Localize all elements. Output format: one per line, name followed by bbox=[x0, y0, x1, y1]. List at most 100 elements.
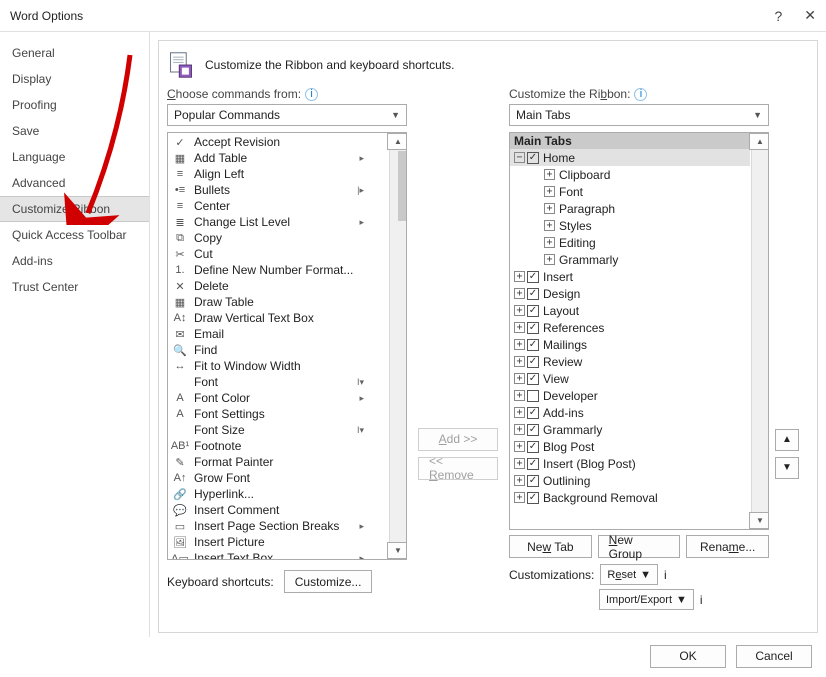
command-item[interactable]: A↕Draw Vertical Text Box bbox=[168, 310, 388, 326]
command-item[interactable]: AB¹Footnote bbox=[168, 438, 388, 454]
command-item[interactable]: ✉Email bbox=[168, 326, 388, 342]
tree-item[interactable]: +Mailings bbox=[510, 336, 750, 353]
checkbox[interactable] bbox=[527, 441, 539, 453]
tree-item[interactable]: +Grammarly bbox=[510, 251, 750, 268]
customize-shortcuts-button[interactable]: Customize... bbox=[284, 570, 373, 593]
command-item[interactable]: FontI▾ bbox=[168, 374, 388, 390]
checkbox[interactable] bbox=[527, 475, 539, 487]
remove-button[interactable]: << Remove bbox=[418, 457, 498, 480]
tree-item[interactable]: +References bbox=[510, 319, 750, 336]
choose-commands-dropdown[interactable]: Popular Commands ▼ bbox=[167, 104, 407, 126]
command-item[interactable]: ≡Center bbox=[168, 198, 388, 214]
checkbox[interactable] bbox=[527, 373, 539, 385]
tree-item[interactable]: +Blog Post bbox=[510, 438, 750, 455]
sidebar-item-quick-access-toolbar[interactable]: Quick Access Toolbar bbox=[0, 222, 149, 248]
command-item[interactable]: 💬Insert Comment bbox=[168, 502, 388, 518]
rename-button[interactable]: Rename... bbox=[686, 535, 769, 558]
scroll-up-icon[interactable]: ▲ bbox=[749, 133, 769, 150]
command-item[interactable]: ▭Insert Page Section Breaks▸ bbox=[168, 518, 388, 534]
checkbox[interactable] bbox=[527, 305, 539, 317]
tree-item[interactable]: +Review bbox=[510, 353, 750, 370]
expand-icon[interactable]: + bbox=[514, 322, 525, 333]
command-item[interactable]: 🔗Hyperlink... bbox=[168, 486, 388, 502]
command-item[interactable]: ✎Format Painter bbox=[168, 454, 388, 470]
close-icon[interactable]: ✕ bbox=[804, 7, 816, 24]
scroll-down-icon[interactable]: ▼ bbox=[387, 542, 407, 559]
tree-item[interactable]: +Layout bbox=[510, 302, 750, 319]
tree-item[interactable]: +Grammarly bbox=[510, 421, 750, 438]
expand-icon[interactable]: + bbox=[514, 441, 525, 452]
checkbox[interactable] bbox=[527, 322, 539, 334]
import-export-button[interactable]: Import/Export▼ bbox=[599, 589, 694, 610]
help-icon[interactable]: ? bbox=[774, 8, 782, 24]
tree-item[interactable]: +Add-ins bbox=[510, 404, 750, 421]
scroll-down-icon[interactable]: ▼ bbox=[749, 512, 769, 529]
expand-icon[interactable]: + bbox=[514, 492, 525, 503]
sidebar-item-display[interactable]: Display bbox=[0, 66, 149, 92]
command-item[interactable]: •≡Bullets|▸ bbox=[168, 182, 388, 198]
sidebar-item-language[interactable]: Language bbox=[0, 144, 149, 170]
expand-icon[interactable]: + bbox=[514, 288, 525, 299]
expand-icon[interactable]: + bbox=[514, 305, 525, 316]
command-item[interactable]: 🖼Insert Picture bbox=[168, 534, 388, 550]
ok-button[interactable]: OK bbox=[650, 645, 726, 668]
ribbon-tree[interactable]: Main Tabs −Home+Clipboard+Font+Paragraph… bbox=[509, 132, 769, 530]
expand-icon[interactable]: + bbox=[544, 169, 555, 180]
tree-item[interactable]: +Background Removal bbox=[510, 489, 750, 506]
sidebar-item-add-ins[interactable]: Add-ins bbox=[0, 248, 149, 274]
command-item[interactable]: ✓Accept Revision bbox=[168, 134, 388, 150]
tree-item[interactable]: +Insert bbox=[510, 268, 750, 285]
scrollbar[interactable]: ▲ ▼ bbox=[389, 133, 406, 559]
command-item[interactable]: AFont Settings bbox=[168, 406, 388, 422]
sidebar-item-general[interactable]: General bbox=[0, 40, 149, 66]
command-item[interactable]: Font SizeI▾ bbox=[168, 422, 388, 438]
add-button[interactable]: Add >> bbox=[418, 428, 498, 451]
expand-icon[interactable]: + bbox=[514, 424, 525, 435]
command-item[interactable]: ≡Align Left bbox=[168, 166, 388, 182]
command-item[interactable]: ⧉Copy bbox=[168, 230, 388, 246]
command-item[interactable]: ≣Change List Level▸ bbox=[168, 214, 388, 230]
collapse-icon[interactable]: − bbox=[514, 152, 525, 163]
tree-item[interactable]: +Design bbox=[510, 285, 750, 302]
tree-item[interactable]: +Paragraph bbox=[510, 200, 750, 217]
expand-icon[interactable]: + bbox=[514, 271, 525, 282]
command-item[interactable]: A▭Insert Text Box▸ bbox=[168, 550, 388, 560]
command-item[interactable]: ▦Add Table▸ bbox=[168, 150, 388, 166]
tree-item[interactable]: +Styles bbox=[510, 217, 750, 234]
checkbox[interactable] bbox=[527, 271, 539, 283]
info-icon[interactable]: i bbox=[664, 568, 667, 582]
expand-icon[interactable]: + bbox=[514, 373, 525, 384]
expand-icon[interactable]: + bbox=[514, 356, 525, 367]
checkbox[interactable] bbox=[527, 458, 539, 470]
sidebar-item-trust-center[interactable]: Trust Center bbox=[0, 274, 149, 300]
command-item[interactable]: ✕Delete bbox=[168, 278, 388, 294]
expand-icon[interactable]: + bbox=[544, 237, 555, 248]
tree-item[interactable]: +Developer bbox=[510, 387, 750, 404]
checkbox[interactable] bbox=[527, 339, 539, 351]
checkbox[interactable] bbox=[527, 492, 539, 504]
expand-icon[interactable]: + bbox=[514, 390, 525, 401]
info-icon[interactable]: i bbox=[634, 88, 647, 101]
info-icon[interactable]: i bbox=[305, 88, 318, 101]
checkbox[interactable] bbox=[527, 356, 539, 368]
info-icon[interactable]: i bbox=[700, 593, 703, 607]
expand-icon[interactable]: + bbox=[544, 254, 555, 265]
expand-icon[interactable]: + bbox=[514, 339, 525, 350]
tree-item[interactable]: +Font bbox=[510, 183, 750, 200]
tree-item[interactable]: +Outlining bbox=[510, 472, 750, 489]
tree-item[interactable]: −Home bbox=[510, 149, 750, 166]
commands-listbox[interactable]: ✓Accept Revision▦Add Table▸≡Align Left•≡… bbox=[167, 132, 407, 560]
new-group-button[interactable]: New Group bbox=[598, 535, 681, 558]
reset-button[interactable]: Reset▼ bbox=[600, 564, 658, 585]
tree-item[interactable]: +Editing bbox=[510, 234, 750, 251]
checkbox[interactable] bbox=[527, 424, 539, 436]
command-item[interactable]: 🔍Find bbox=[168, 342, 388, 358]
sidebar-item-proofing[interactable]: Proofing bbox=[0, 92, 149, 118]
command-item[interactable]: ✂Cut bbox=[168, 246, 388, 262]
checkbox[interactable] bbox=[527, 407, 539, 419]
scrollbar[interactable]: ▲ ▼ bbox=[751, 133, 768, 529]
tree-item[interactable]: +Clipboard bbox=[510, 166, 750, 183]
checkbox[interactable] bbox=[527, 152, 539, 164]
sidebar-item-save[interactable]: Save bbox=[0, 118, 149, 144]
expand-icon[interactable]: + bbox=[544, 203, 555, 214]
